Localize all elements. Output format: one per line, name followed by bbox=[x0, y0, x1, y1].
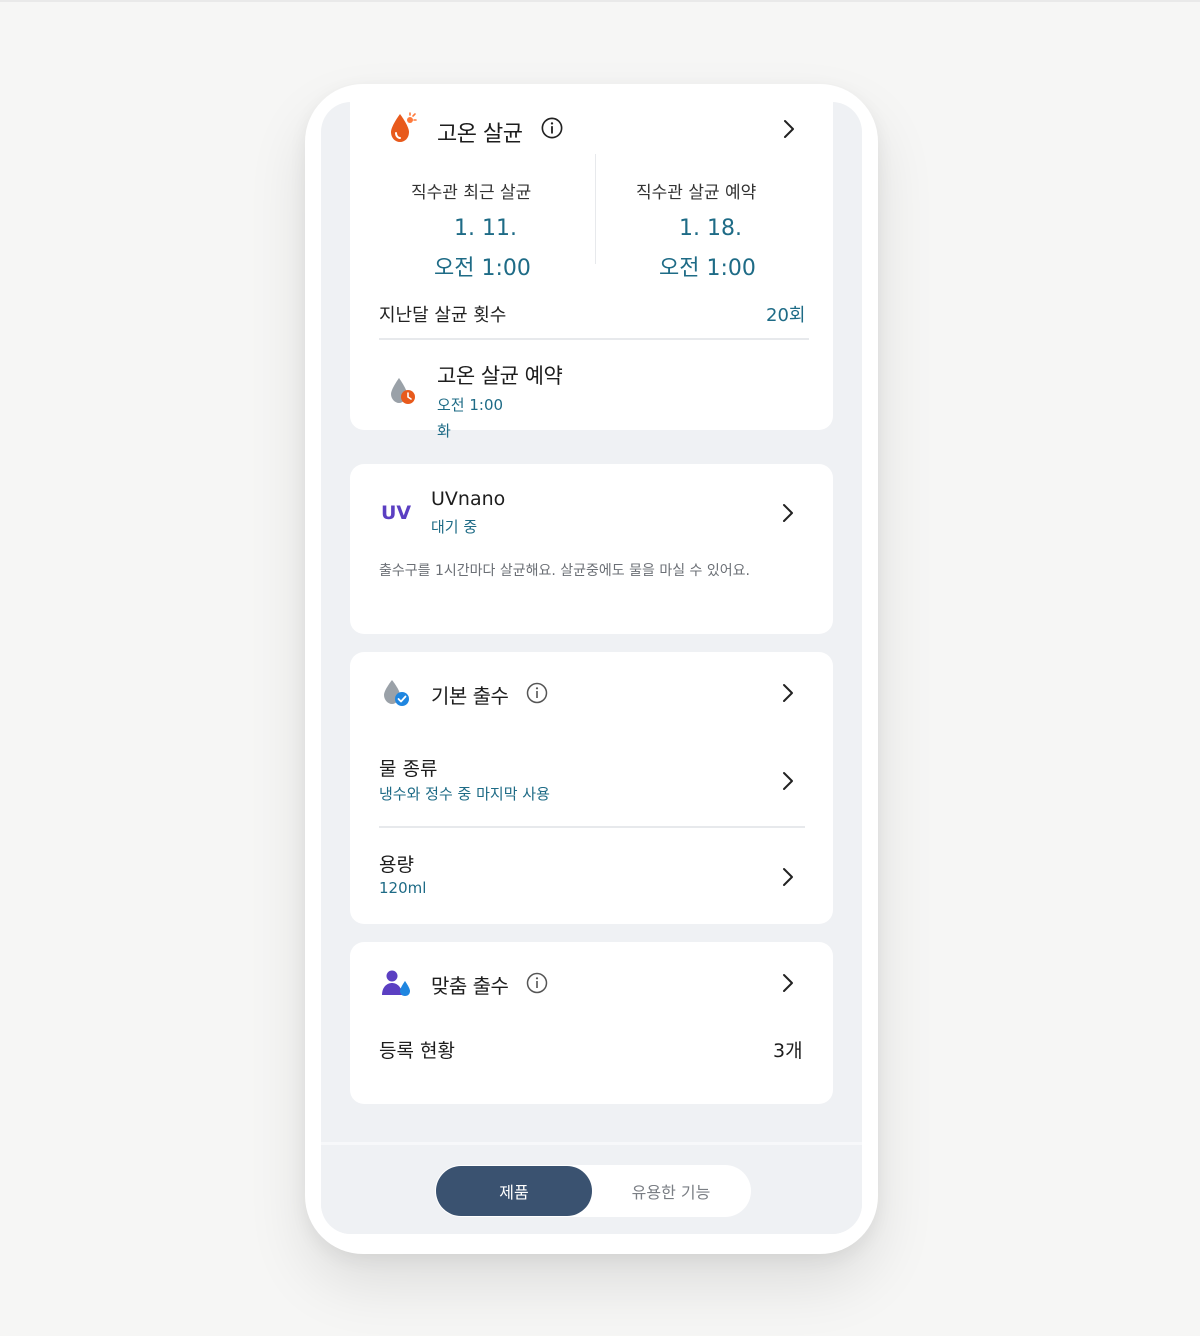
registered-label: 등록 현황 bbox=[379, 1040, 455, 1062]
basic-dispense-divider bbox=[379, 826, 805, 828]
volume-row[interactable]: 용량 120ml bbox=[350, 842, 833, 912]
sterilize-info-icon[interactable] bbox=[541, 117, 565, 141]
monthly-count-label: 지난달 살균 횟수 bbox=[379, 305, 507, 326]
basic-dispense-card: 기본 출수 물 종류 냉수와 정수 중 마지막 사용 용량 120ml bbox=[350, 652, 833, 924]
sterilize-title: 고온 살균 bbox=[437, 122, 523, 147]
custom-dispense-info-icon[interactable] bbox=[526, 972, 548, 994]
monthly-count-value: 20회 bbox=[766, 305, 806, 326]
reserve-sterilize-label: 직수관 살균 예약 bbox=[636, 183, 757, 203]
uvnano-status: 대기 중 bbox=[431, 518, 478, 536]
uv-icon: UV bbox=[381, 502, 412, 524]
water-type-value: 냉수와 정수 중 마지막 사용 bbox=[379, 785, 550, 803]
custom-dispense-chevron-right-icon[interactable] bbox=[777, 972, 799, 994]
custom-dispense-person-icon bbox=[381, 968, 413, 998]
sterilize-chevron-right-icon[interactable] bbox=[778, 118, 800, 140]
recent-sterilize-label: 직수관 최근 살균 bbox=[411, 183, 532, 203]
water-type-row[interactable]: 물 종류 냉수와 정수 중 마지막 사용 bbox=[350, 744, 833, 814]
sterilize-divider bbox=[379, 338, 809, 340]
bottom-tab-bar: 제품 유용한 기능 bbox=[321, 1142, 862, 1234]
uvnano-chevron-right-icon[interactable] bbox=[777, 502, 799, 524]
volume-label: 용량 bbox=[379, 854, 414, 876]
sterilize-card: 고온 살균 직수관 최근 살균 1. 11. 오전 1:00 직수관 살균 예약… bbox=[350, 102, 833, 440]
schedule-day: 화 bbox=[437, 422, 451, 440]
basic-dispense-drop-icon bbox=[381, 678, 411, 708]
schedule-drop-icon bbox=[388, 375, 418, 407]
reserve-sterilize-date: 1. 18. bbox=[679, 216, 742, 241]
volume-chevron-right-icon[interactable] bbox=[777, 866, 799, 888]
custom-dispense-title: 맞춤 출수 bbox=[431, 974, 509, 998]
tab-product[interactable]: 제품 bbox=[436, 1166, 592, 1216]
top-edge-line bbox=[0, 0, 1200, 2]
app-screen: 고온 살균 직수관 최근 살균 1. 11. 오전 1:00 직수관 살균 예약… bbox=[321, 102, 862, 1234]
uvnano-title: UVnano bbox=[431, 488, 506, 510]
basic-dispense-title: 기본 출수 bbox=[431, 684, 509, 708]
uvnano-card[interactable]: UV UVnano 대기 중 출수구를 1시간마다 살균해요. 살균중에도 물을… bbox=[350, 464, 833, 634]
registered-value: 3개 bbox=[773, 1040, 803, 1062]
volume-value: 120ml bbox=[379, 879, 427, 897]
water-type-chevron-right-icon[interactable] bbox=[777, 770, 799, 792]
basic-dispense-chevron-right-icon[interactable] bbox=[777, 682, 799, 704]
water-type-label: 물 종류 bbox=[379, 758, 438, 780]
recent-sterilize-time: 오전 1:00 bbox=[434, 256, 531, 281]
uvnano-description: 출수구를 1시간마다 살균해요. 살균중에도 물을 마실 수 있어요. bbox=[379, 563, 750, 579]
tab-useful-features[interactable]: 유용한 기능 bbox=[593, 1166, 749, 1216]
phone-frame: 고온 살균 직수관 최근 살균 1. 11. 오전 1:00 직수관 살균 예약… bbox=[305, 84, 878, 1254]
reserve-sterilize-time: 오전 1:00 bbox=[659, 256, 756, 281]
schedule-time: 오전 1:00 bbox=[437, 396, 504, 414]
recent-sterilize-date: 1. 11. bbox=[454, 216, 517, 241]
sterilize-drop-icon bbox=[388, 112, 418, 144]
sterilize-column-divider bbox=[595, 154, 596, 264]
tab-segment: 제품 유용한 기능 bbox=[435, 1165, 751, 1217]
custom-dispense-card: 맞춤 출수 등록 현황 3개 bbox=[350, 942, 833, 1104]
schedule-title: 고온 살균 예약 bbox=[437, 364, 563, 388]
basic-dispense-info-icon[interactable] bbox=[526, 682, 548, 704]
